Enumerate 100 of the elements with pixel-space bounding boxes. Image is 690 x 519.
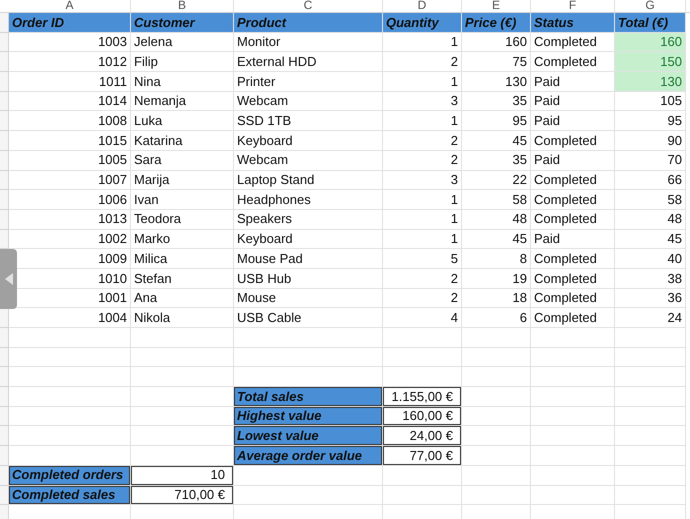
table-cell: 1 xyxy=(383,72,462,92)
table-cell: 1002 xyxy=(9,230,131,250)
row-header[interactable] xyxy=(0,190,9,210)
table-cell: 1013 xyxy=(9,210,131,230)
table-cell: 45 xyxy=(615,230,686,250)
table-cell: 58 xyxy=(615,190,686,210)
table-cell: Nina xyxy=(131,72,234,92)
table-cell: 1014 xyxy=(9,92,131,112)
row-header[interactable] xyxy=(0,406,9,426)
row-header[interactable] xyxy=(0,367,9,388)
row-header[interactable] xyxy=(0,387,9,407)
table-cell: 90 xyxy=(615,131,686,151)
collapse-handle[interactable] xyxy=(0,249,17,309)
table-cell: 3 xyxy=(383,92,462,112)
label-cell: Lowest value xyxy=(234,426,383,446)
row-header[interactable] xyxy=(0,52,9,72)
table-cell: 8 xyxy=(462,249,531,269)
column-header: Order ID xyxy=(9,13,131,33)
row-header[interactable] xyxy=(0,328,9,348)
row-header[interactable] xyxy=(0,426,9,446)
column-letter[interactable]: E xyxy=(462,0,531,12)
table-cell: USB Hub xyxy=(234,268,383,289)
table-cell: 2 xyxy=(383,131,462,151)
table-cell: 48 xyxy=(615,210,686,230)
table-cell: 2 xyxy=(383,288,462,308)
triangle-icon xyxy=(4,273,12,285)
table-cell: Printer xyxy=(234,72,383,92)
row-header[interactable] xyxy=(0,32,9,52)
empty-cell xyxy=(462,387,531,407)
column-letter[interactable]: C xyxy=(234,0,383,12)
table-cell: Paid xyxy=(531,111,615,132)
table-cell: USB Cable xyxy=(234,308,383,328)
column-header: Product xyxy=(234,13,383,33)
table-cell: 160 xyxy=(615,32,686,52)
row-header[interactable] xyxy=(0,13,9,33)
column-letter[interactable]: B xyxy=(131,0,234,12)
row-header[interactable] xyxy=(0,131,9,151)
column-header: Status xyxy=(531,13,615,33)
table-cell: 160 xyxy=(462,32,531,52)
row-header[interactable] xyxy=(0,348,9,368)
table-cell: Keyboard xyxy=(234,230,383,250)
row-header[interactable] xyxy=(0,230,9,250)
column-letter[interactable]: A xyxy=(9,0,131,12)
label-cell: Completed sales xyxy=(9,486,131,506)
table-cell: Teodora xyxy=(131,210,234,230)
table-cell: 22 xyxy=(462,170,531,190)
empty-cell xyxy=(462,426,531,446)
row-header[interactable] xyxy=(0,466,9,486)
table-cell: Milica xyxy=(131,249,234,269)
row-header[interactable] xyxy=(0,111,9,132)
table-cell: Completed xyxy=(531,170,615,190)
table-cell: 1 xyxy=(383,210,462,230)
empty-cell xyxy=(462,466,531,486)
column-letter[interactable]: F xyxy=(531,0,615,12)
table-cell: 58 xyxy=(462,190,531,210)
table-cell: 105 xyxy=(615,92,686,112)
table-cell: Katarina xyxy=(131,131,234,151)
row-header[interactable] xyxy=(0,505,9,519)
row-header[interactable] xyxy=(0,150,9,170)
empty-cell xyxy=(615,348,686,368)
table-cell: 77,00 € xyxy=(383,446,462,466)
table-cell: Completed xyxy=(531,249,615,269)
table-cell: 2 xyxy=(383,268,462,289)
row-header[interactable] xyxy=(0,72,9,92)
table-cell: Mouse Pad xyxy=(234,249,383,269)
column-letter[interactable]: D xyxy=(383,0,462,12)
table-cell: Filip xyxy=(131,52,234,72)
row-header[interactable] xyxy=(0,92,9,112)
column-letter[interactable]: G xyxy=(615,0,686,12)
empty-cell xyxy=(615,486,686,506)
table-cell: External HDD xyxy=(234,52,383,72)
table-cell: 35 xyxy=(462,150,531,170)
table-cell: Marko xyxy=(131,230,234,250)
row-header[interactable] xyxy=(0,308,9,328)
table-cell: 710,00 € xyxy=(131,486,234,506)
row-header[interactable] xyxy=(0,486,9,506)
table-cell: 1.155,00 € xyxy=(383,387,462,407)
table-cell: 70 xyxy=(615,150,686,170)
table-cell: 18 xyxy=(462,288,531,308)
table-cell: Jelena xyxy=(131,32,234,52)
row-header[interactable] xyxy=(0,170,9,190)
table-cell: 1006 xyxy=(9,190,131,210)
table-cell: 38 xyxy=(615,268,686,289)
table-cell: Sara xyxy=(131,150,234,170)
table-cell: SSD 1TB xyxy=(234,111,383,132)
label-cell: Average order value xyxy=(234,446,383,466)
empty-cell xyxy=(615,367,686,388)
table-cell: 19 xyxy=(462,268,531,289)
table-cell: 48 xyxy=(462,210,531,230)
empty-cell xyxy=(462,446,531,466)
table-cell: 6 xyxy=(462,308,531,328)
row-header[interactable] xyxy=(0,446,9,466)
table-cell: 40 xyxy=(615,249,686,269)
table-cell: 130 xyxy=(615,72,686,92)
table-cell: Completed xyxy=(531,308,615,328)
row-header[interactable] xyxy=(0,210,9,230)
empty-cell xyxy=(462,406,531,426)
empty-cell xyxy=(615,328,686,348)
table-cell: 1015 xyxy=(9,131,131,151)
table-cell: Completed xyxy=(531,131,615,151)
